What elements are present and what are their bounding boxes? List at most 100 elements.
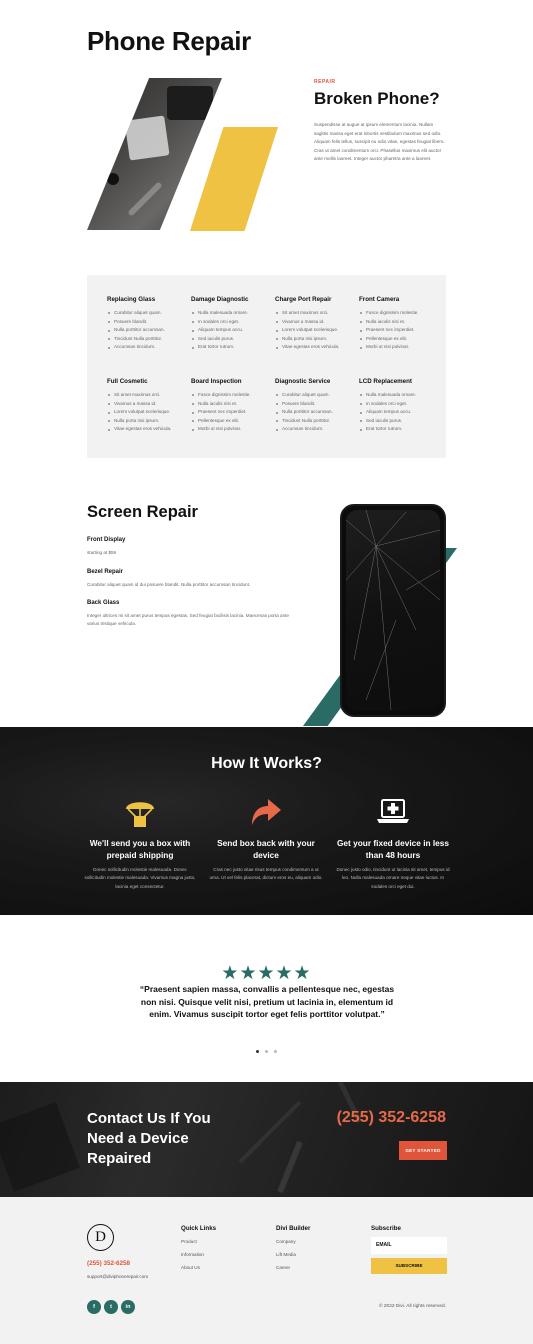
service-card: Charge Port Repair Sit amet maximus orci…	[275, 296, 357, 352]
service-item: Praesent nec imperdiet.	[359, 326, 441, 335]
copyright: © 2022 Divi. All rights reserved.	[379, 1304, 446, 1309]
service-card: Damage Diagnostic Nulla malesuada ornare…	[191, 296, 273, 352]
service-card: Full Cosmetic Sit amet maximus orci. Viv…	[107, 378, 189, 434]
hero-heading: Broken Phone?	[314, 89, 440, 108]
service-item: In sodales orci eget.	[191, 318, 273, 327]
service-item: Erat tortor rutrum.	[191, 343, 273, 352]
rating-stars: ★★★★★	[221, 963, 312, 984]
step-text: Donec sollicitudin molestie malesuada. D…	[84, 867, 196, 889]
footer-link-about-us[interactable]: About Us	[181, 1265, 200, 1270]
service-item: Vivamus a massa id.	[275, 318, 357, 327]
service-title: Damage Diagnostic	[191, 296, 249, 303]
service-item: Lorem volutpat scelerisque.	[275, 326, 357, 335]
divi-logo[interactable]: D	[87, 1224, 114, 1251]
step-card: We'll send you a box with prepaid shippi…	[82, 795, 198, 891]
slider-dot[interactable]	[265, 1050, 268, 1053]
service-title: Charge Port Repair	[275, 296, 332, 303]
screen-repair-heading: Screen Repair	[87, 503, 198, 521]
service-item: Posuere blandit.	[107, 318, 189, 327]
footer-link-lift-media[interactable]: Lift Media	[276, 1252, 296, 1257]
footer-link-information[interactable]: Information	[181, 1252, 204, 1257]
hero-eyebrow: REPAIR	[314, 79, 336, 85]
step-text: Cras nec justo vitae risus tempus condim…	[209, 867, 323, 881]
footer-phone[interactable]: (255) 352-6258	[87, 1260, 130, 1267]
repair-item-title: Back Glass	[87, 600, 120, 606]
email-field[interactable]: EMAIL	[371, 1237, 447, 1254]
service-item: Tincidunt Nulla porttitor.	[275, 417, 357, 426]
how-it-works-heading: How It Works?	[211, 755, 322, 772]
service-item: Vitae egestas eros vehicula.	[275, 343, 357, 352]
step-title: Send box back with your device	[217, 838, 315, 860]
service-item: Pellentesque ex elit.	[359, 335, 441, 344]
service-item: Erat tortor rutrum.	[359, 425, 441, 434]
contact-phone[interactable]: (255) 352-6258	[337, 1109, 446, 1127]
divi-builder-title: Divi Builder	[276, 1225, 311, 1232]
service-item: Fusce dignissim molestie.	[191, 391, 273, 400]
subscribe-title: Subscribe	[371, 1225, 401, 1232]
service-card: Diagnostic Service Curabitur aliquet qua…	[275, 378, 357, 434]
services-panel: Replacing Glass Curabitur aliquet quam. …	[87, 275, 446, 458]
subscribe-button[interactable]: SUBSCRIBE	[371, 1258, 447, 1274]
service-title: Full Cosmetic	[107, 378, 148, 385]
service-item: Sed iaculis purus.	[191, 335, 273, 344]
service-item: Aliquam tempus accu.	[359, 408, 441, 417]
service-title: Diagnostic Service	[275, 378, 331, 385]
slider-dot[interactable]	[255, 1050, 259, 1053]
service-item: Curabitur aliquet quam.	[275, 391, 357, 400]
repair-item-title: Bezel Repair	[87, 569, 124, 575]
footer-email[interactable]: support@diviphonerepair.com	[87, 1274, 148, 1279]
service-item: Nulla malesuada ornare.	[191, 309, 273, 318]
how-it-works-section: How It Works? We'll send you a box with …	[0, 727, 533, 915]
hero-yellow-shape	[190, 127, 278, 231]
facebook-icon[interactable]: f	[87, 1300, 101, 1314]
twitter-icon[interactable]: t	[104, 1300, 118, 1314]
service-item: Nulla malesuada ornare.	[359, 391, 441, 400]
repair-item-desc: starting at $59	[87, 550, 117, 555]
page-title: Phone Repair	[87, 26, 251, 56]
service-item: Nulla iaculis nisi et.	[359, 318, 441, 327]
service-item: Nulla porttitor accumsan.	[107, 326, 189, 335]
service-item: Posuere blandit.	[275, 400, 357, 409]
service-item: Morbi ut nisi pulvinar.	[191, 425, 273, 434]
repair-item-desc: Integer ultrices mi sit amet purus tempu…	[87, 613, 289, 627]
service-card: Board Inspection Fusce dignissim molesti…	[191, 378, 273, 434]
service-item: Vitae egestas eros vehicula.	[107, 425, 189, 434]
service-card: LCD Replacement Nulla malesuada ornare. …	[359, 378, 441, 434]
service-item: Sed iaculis purus.	[359, 417, 441, 426]
repair-item-desc: Curabitur aliquet quam id dui posuere bl…	[87, 582, 251, 587]
repair-item-title: Front Display	[87, 537, 126, 543]
step-text: Donec justo odio, tincidunt ut lacinia s…	[336, 867, 450, 889]
testimonial-quote: “Praesent sapien massa, convallis a pell…	[139, 984, 395, 1020]
service-title: LCD Replacement	[359, 378, 412, 385]
service-item: Sit amet maximus orci.	[275, 309, 357, 318]
footer-link-career[interactable]: Career	[276, 1265, 290, 1270]
service-title: Front Camera	[359, 296, 400, 303]
screen-crack-lines	[346, 510, 440, 711]
footer-link-company[interactable]: Company	[276, 1239, 296, 1244]
service-item: Nulla porta nisi ipsum.	[107, 417, 189, 426]
service-item: Aliquam tempus accu.	[191, 326, 273, 335]
share-arrow-icon	[252, 799, 281, 825]
service-item: Vivamus a massa id.	[107, 400, 189, 409]
hero-body: Suspendisse at augue at ipsum elementum …	[314, 122, 445, 162]
cracked-phone-image	[340, 504, 446, 717]
contact-section: Contact Us If You Need a Device Repaired…	[0, 1082, 533, 1197]
linkedin-icon[interactable]: in	[121, 1300, 135, 1314]
parachute-box-icon	[126, 802, 154, 827]
service-title: Board Inspection	[191, 378, 242, 385]
service-card: Replacing Glass Curabitur aliquet quam. …	[107, 296, 189, 352]
get-started-button[interactable]: GET STARTED	[399, 1141, 447, 1160]
slider-dot[interactable]	[274, 1050, 278, 1053]
service-item: Sit amet maximus orci.	[107, 391, 189, 400]
service-item: Tincidunt Nulla porttitor.	[107, 335, 189, 344]
service-item: Morbi ut nisi pulvinar.	[359, 343, 441, 352]
footer-link-product[interactable]: Product	[181, 1239, 197, 1244]
slider-dots	[0, 1040, 533, 1058]
service-item: In sodales orci eget.	[359, 400, 441, 409]
footer: D (255) 352-6258 support@diviphonerepair…	[0, 1197, 533, 1344]
service-item: Nulla iaculis nisi et.	[191, 400, 273, 409]
service-item: Pellentesque ex elit.	[191, 417, 273, 426]
step-title: Get your fixed device in less than 48 ho…	[336, 838, 450, 860]
service-item: Lorem volutpat scelerisque.	[107, 408, 189, 417]
quick-links-title: Quick Links	[181, 1225, 217, 1232]
